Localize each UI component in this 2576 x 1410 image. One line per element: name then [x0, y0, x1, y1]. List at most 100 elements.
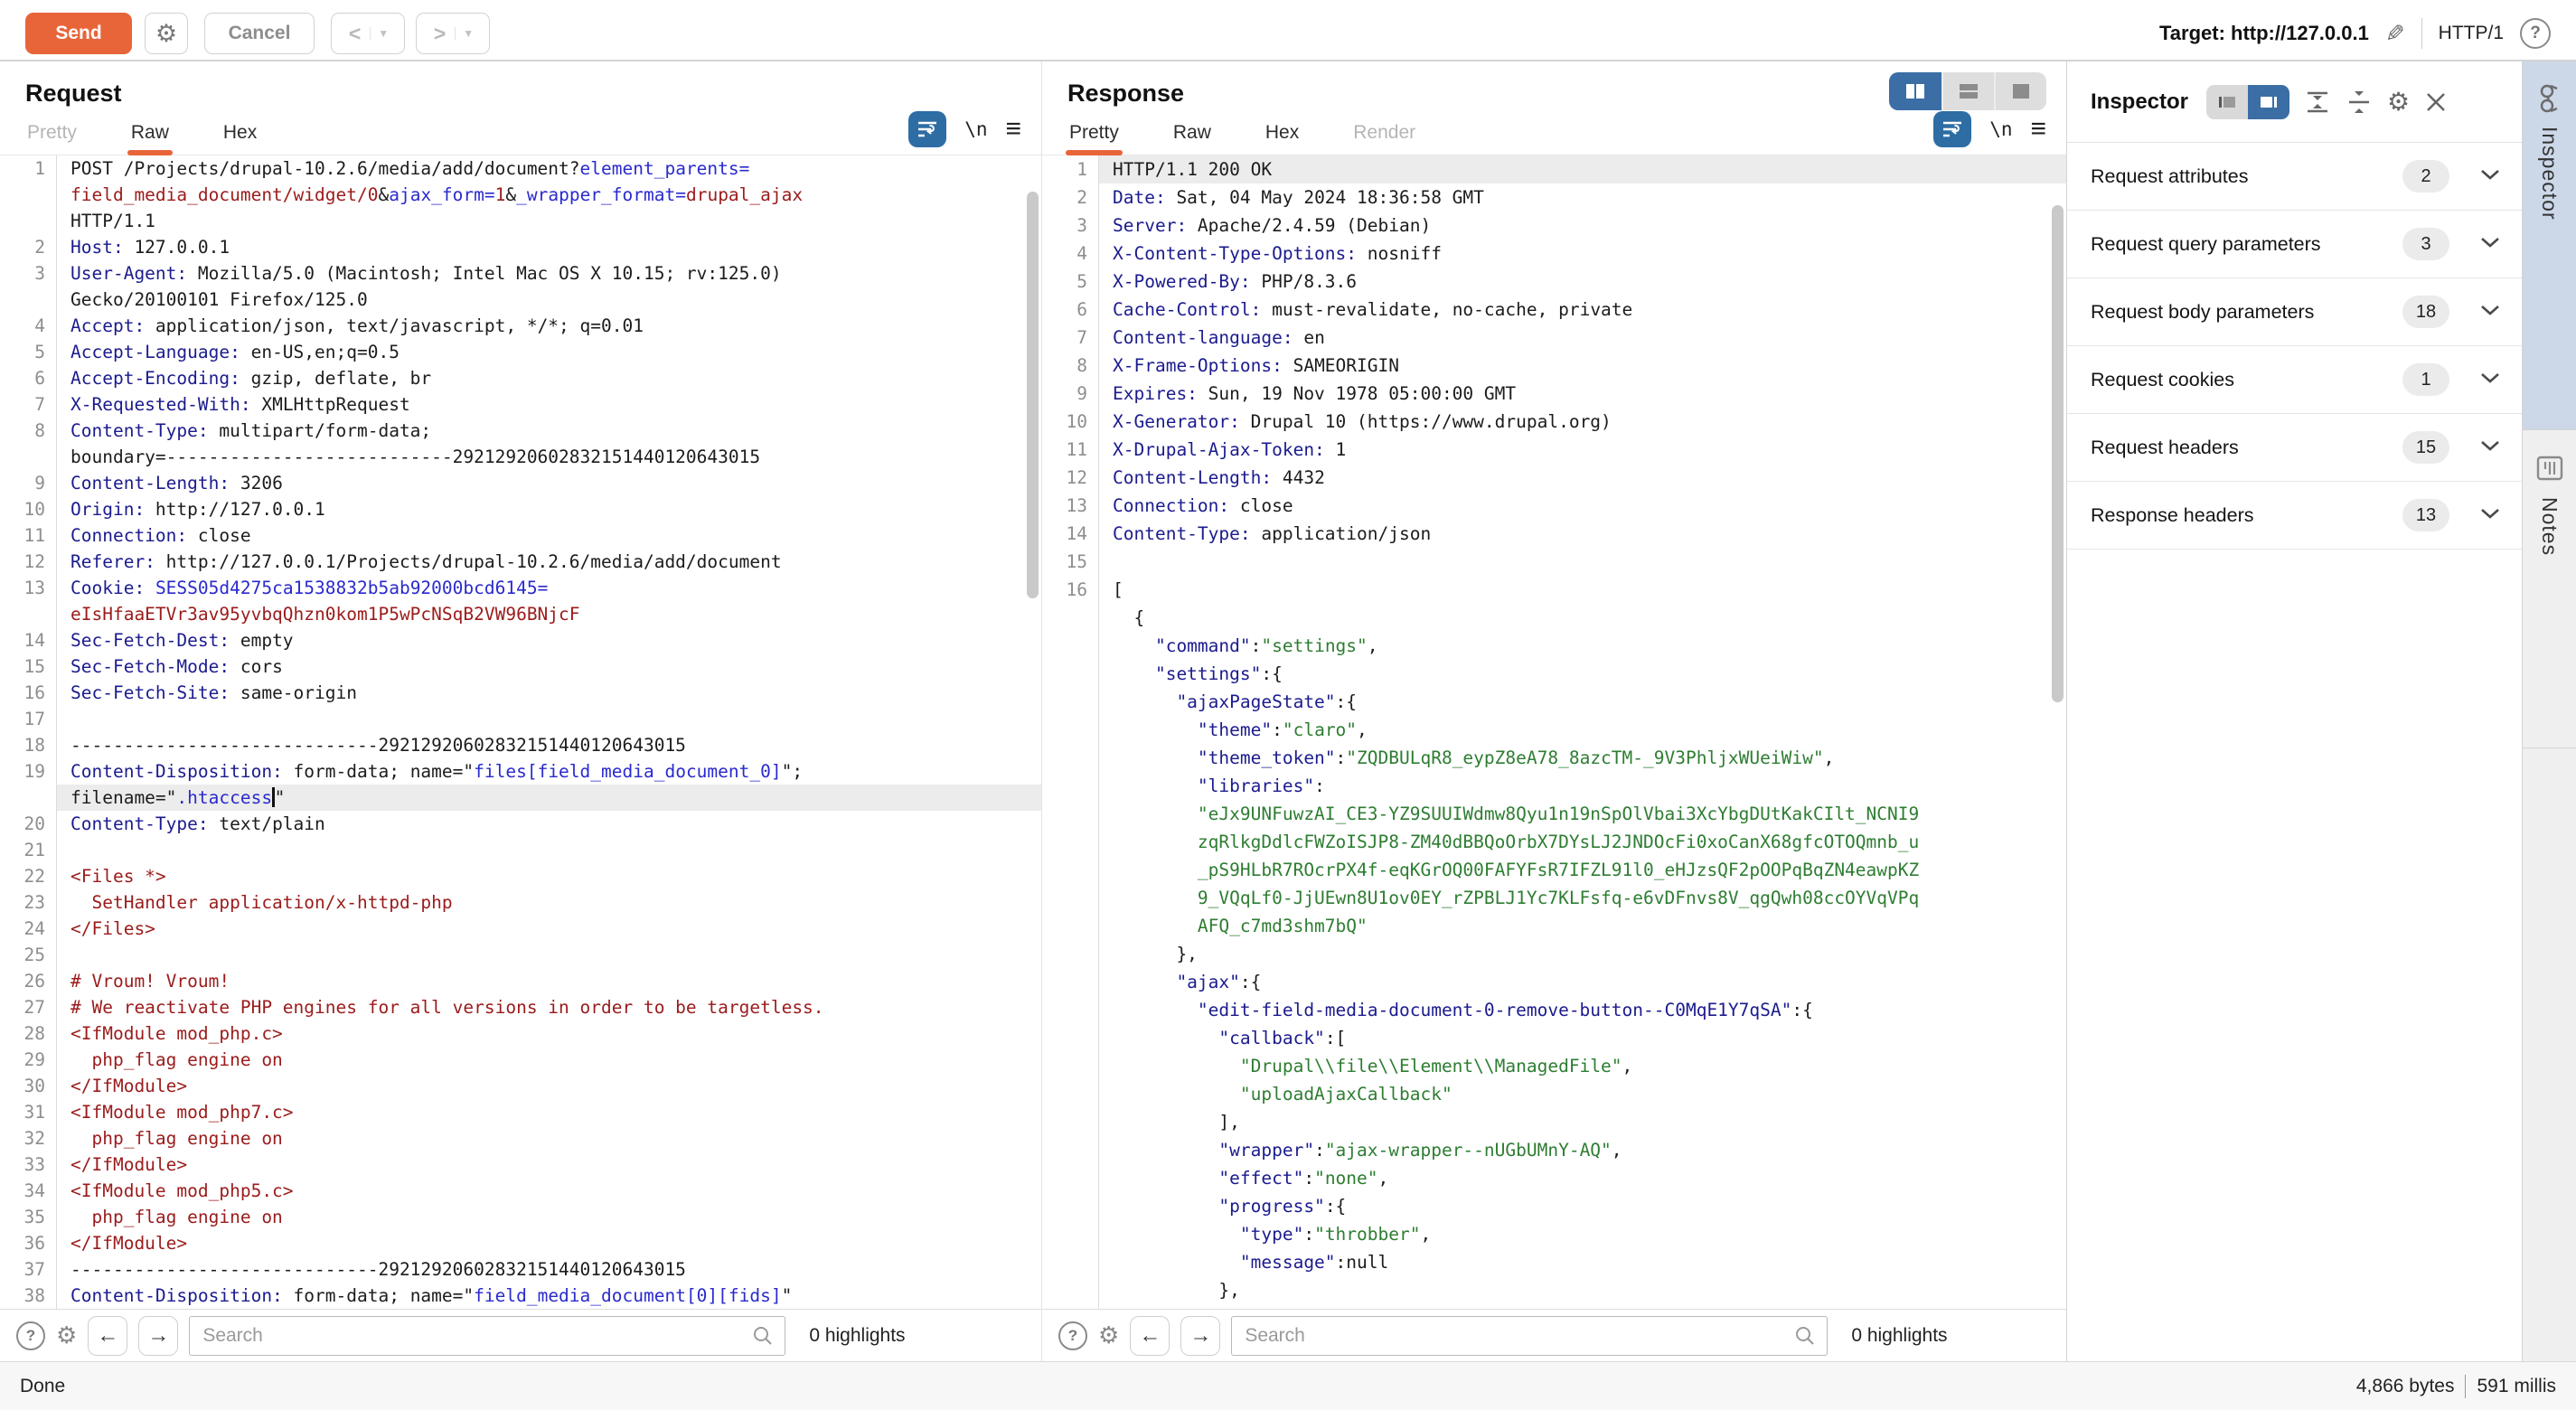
- code-line: "command":"settings",: [1042, 632, 2066, 660]
- repeater-toolbar: Send ⚙ Cancel < ▼ > ▼ Target: http://127…: [0, 0, 2576, 61]
- edit-target-icon[interactable]: ✎: [2385, 20, 2405, 48]
- line-number: 18: [0, 732, 56, 758]
- tab-render[interactable]: Render: [1351, 113, 1417, 155]
- collapse-all-button[interactable]: [2346, 89, 2373, 116]
- response-editor[interactable]: 1HTTP/1.1 200 OK2Date: Sat, 04 May 2024 …: [1042, 155, 2066, 1309]
- line-number: 36: [0, 1230, 56, 1256]
- line-text: zqRlkgDdlcFWZoISJP8-ZM40dBBQoOrbX7DYsLJ2…: [1098, 828, 2066, 856]
- line-number: 30: [0, 1073, 56, 1099]
- toolbar-divider: [2421, 18, 2422, 49]
- line-number: [1042, 1304, 1098, 1309]
- line-number: 20: [0, 811, 56, 837]
- send-button[interactable]: Send: [25, 13, 132, 54]
- expand-all-button[interactable]: [2304, 89, 2331, 116]
- inspector-section-request-cookies[interactable]: Request cookies1: [2067, 346, 2522, 414]
- dock-left-button[interactable]: [2206, 85, 2248, 119]
- code-line: 5Accept-Language: en-US,en;q=0.5: [0, 339, 1041, 365]
- code-line: 12Content-Length: 4432: [1042, 464, 2066, 492]
- code-line: 18-----------------------------292129206…: [0, 732, 1041, 758]
- inspector-close-icon[interactable]: [2424, 90, 2448, 114]
- line-number: 33: [0, 1152, 56, 1178]
- line-text: Origin: http://127.0.0.1: [56, 496, 1041, 522]
- inspector-section-request-body-parameters[interactable]: Request body parameters18: [2067, 278, 2522, 346]
- prev-match-button[interactable]: ←: [88, 1316, 127, 1356]
- line-number: 16: [0, 680, 56, 706]
- rail-tab-notes[interactable]: Notes: [2523, 430, 2576, 748]
- tab-hex[interactable]: Hex: [221, 113, 259, 155]
- next-match-button[interactable]: →: [138, 1316, 178, 1356]
- code-line: 36</IfModule>: [0, 1230, 1041, 1256]
- search-help-icon[interactable]: ?: [1058, 1321, 1087, 1350]
- request-scrollbar[interactable]: [1027, 192, 1039, 598]
- tab-pretty[interactable]: Pretty: [25, 113, 79, 155]
- help-icon[interactable]: ?: [2520, 18, 2551, 49]
- code-line: "libraries":: [1042, 772, 2066, 800]
- line-number: 13: [0, 575, 56, 601]
- line-text: # Vroum! Vroum!: [56, 968, 1041, 994]
- section-label: Request body parameters: [2091, 301, 2402, 324]
- tab-raw[interactable]: Raw: [129, 113, 171, 155]
- inspector-section-response-headers[interactable]: Response headers13: [2067, 482, 2522, 550]
- tab-hex[interactable]: Hex: [1264, 113, 1301, 155]
- send-settings-button[interactable]: ⚙: [145, 13, 188, 54]
- forward-dropdown-icon[interactable]: ▼: [455, 27, 481, 40]
- line-text: </IfModule>: [56, 1230, 1041, 1256]
- rows-layout-button[interactable]: [1941, 72, 1994, 110]
- request-search-input[interactable]: [190, 1317, 785, 1355]
- tab-pretty[interactable]: Pretty: [1067, 113, 1121, 155]
- code-line: 38Content-Disposition: form-data; name="…: [0, 1283, 1041, 1309]
- line-number: 9: [0, 470, 56, 496]
- dock-right-button[interactable]: [2248, 85, 2289, 119]
- prev-match-button[interactable]: ←: [1130, 1316, 1170, 1356]
- inspector-section-request-headers[interactable]: Request headers15: [2067, 414, 2522, 482]
- tab-raw[interactable]: Raw: [1171, 113, 1213, 155]
- section-label: Request cookies: [2091, 369, 2402, 391]
- response-searchbox: [1231, 1316, 1828, 1356]
- wrap-lines-button[interactable]: [908, 111, 946, 147]
- inspector-section-request-attributes[interactable]: Request attributes2: [2067, 143, 2522, 211]
- show-newlines-button[interactable]: \n: [1989, 118, 2012, 140]
- line-text: boundary=---------------------------2921…: [56, 444, 1041, 470]
- rail-tab-inspector[interactable]: Inspector: [2523, 61, 2576, 430]
- line-text: Gecko/20100101 Firefox/125.0: [56, 287, 1041, 313]
- code-line: 31<IfModule mod_php7.c>: [0, 1099, 1041, 1125]
- code-line: 23 SetHandler application/x-httpd-php: [0, 889, 1041, 916]
- search-settings-icon[interactable]: ⚙: [56, 1321, 77, 1349]
- editor-menu-icon[interactable]: ≡: [1005, 114, 1021, 145]
- search-help-icon[interactable]: ?: [16, 1321, 45, 1350]
- columns-layout-button[interactable]: [1889, 72, 1941, 110]
- dock-left-icon: [2218, 95, 2236, 109]
- code-line: 13Connection: close: [1042, 492, 2066, 520]
- editor-menu-icon[interactable]: ≡: [2030, 114, 2046, 145]
- line-number: [1042, 1136, 1098, 1164]
- line-text: X-Requested-With: XMLHttpRequest: [56, 391, 1041, 418]
- line-number: 22: [0, 863, 56, 889]
- rail-notes-label: Notes: [2537, 497, 2562, 556]
- back-history-button[interactable]: < ▼: [331, 13, 405, 54]
- inspector-settings-icon[interactable]: ⚙: [2387, 87, 2410, 117]
- line-text: "ajax":{: [1098, 968, 2066, 996]
- forward-history-button[interactable]: > ▼: [416, 13, 490, 54]
- code-line: 22<Files *>: [0, 863, 1041, 889]
- single-layout-button[interactable]: [1994, 72, 2046, 110]
- line-number: 1: [1042, 155, 1098, 183]
- request-editor[interactable]: 1POST /Projects/drupal-10.2.6/media/add/…: [0, 155, 1041, 1309]
- back-dropdown-icon[interactable]: ▼: [370, 27, 396, 40]
- line-text: },: [1098, 1276, 2066, 1304]
- response-search-input[interactable]: [1232, 1317, 1827, 1355]
- wrap-lines-button[interactable]: [1933, 111, 1971, 147]
- show-newlines-button[interactable]: \n: [964, 118, 987, 140]
- line-text: # We reactivate PHP engines for all vers…: [56, 994, 1041, 1020]
- response-scrollbar[interactable]: [2052, 205, 2064, 702]
- line-text: [: [1098, 576, 2066, 604]
- search-settings-icon[interactable]: ⚙: [1098, 1321, 1119, 1349]
- line-text: [1098, 548, 2066, 576]
- line-number: 29: [0, 1047, 56, 1073]
- response-title: Response: [1067, 80, 1184, 107]
- line-number: 27: [0, 994, 56, 1020]
- cancel-button[interactable]: Cancel: [204, 13, 315, 54]
- line-number: 5: [0, 339, 56, 365]
- line-text: Cache-Control: must-revalidate, no-cache…: [1098, 296, 2066, 324]
- next-match-button[interactable]: →: [1180, 1316, 1220, 1356]
- inspector-section-request-query-parameters[interactable]: Request query parameters3: [2067, 211, 2522, 278]
